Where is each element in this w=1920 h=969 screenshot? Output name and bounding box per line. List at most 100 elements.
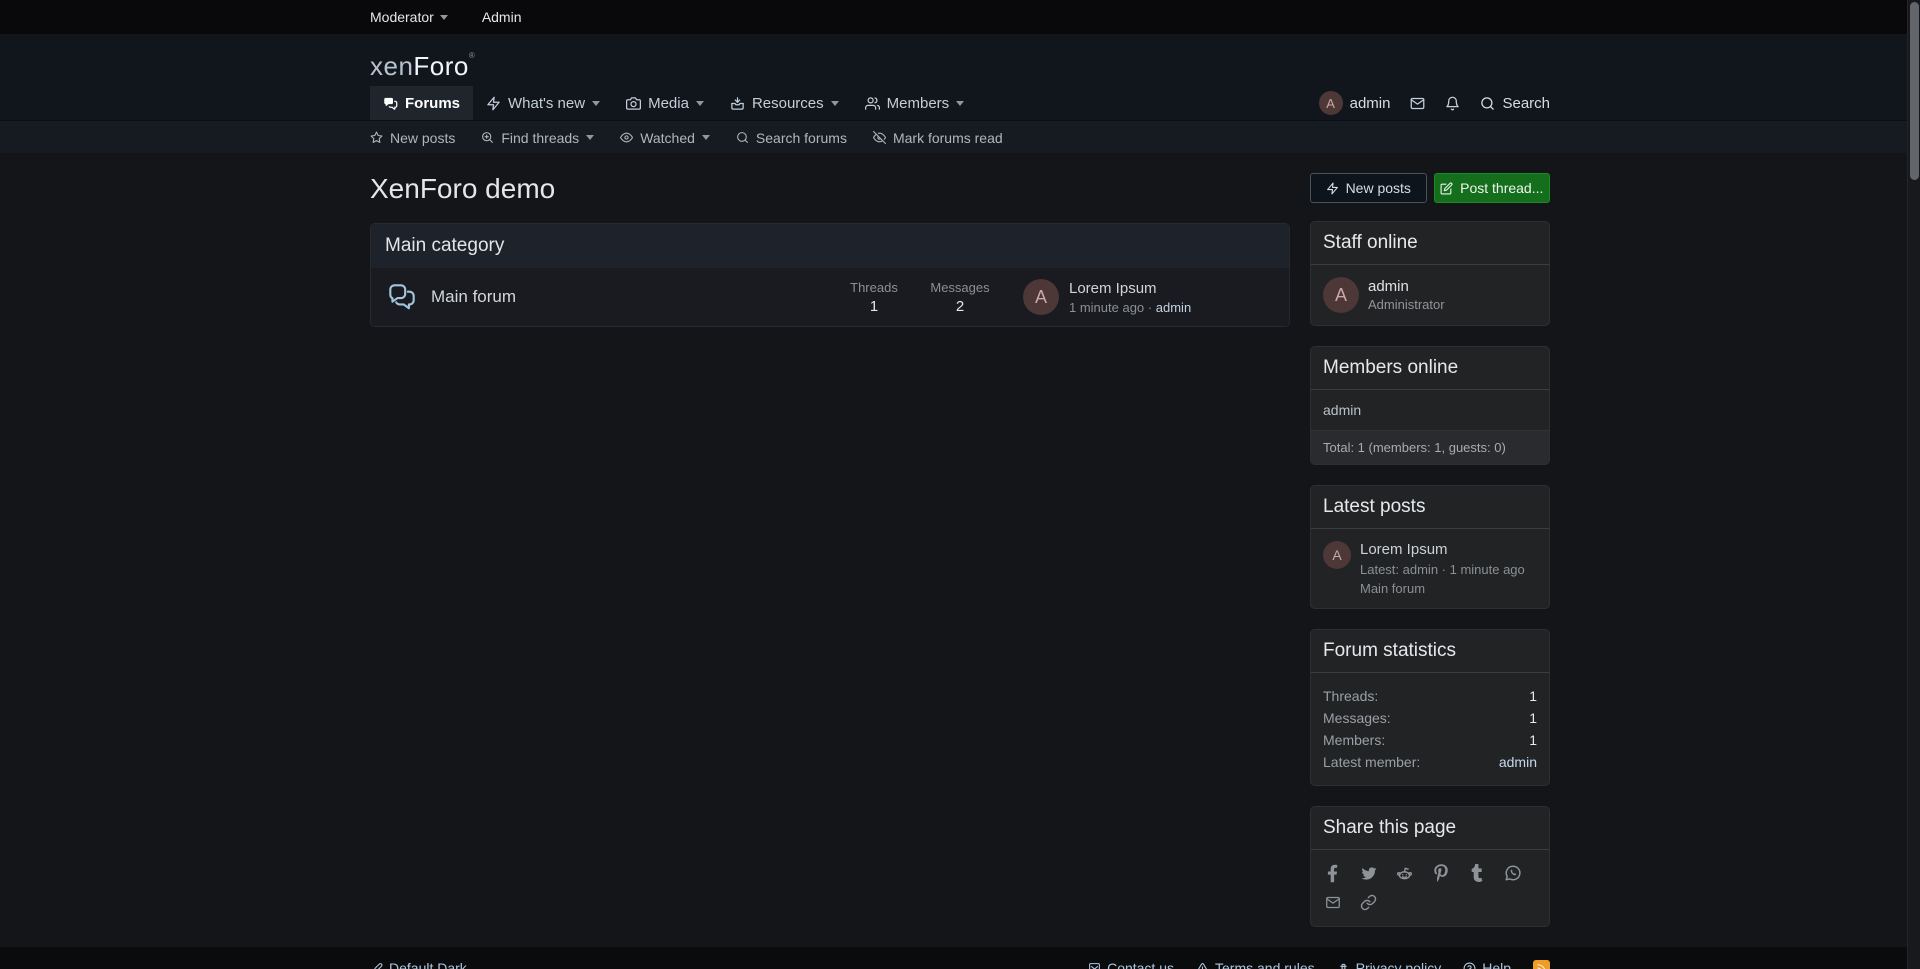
online-total: Total: 1 (members: 1, guests: 0) (1311, 430, 1549, 464)
account-menu[interactable]: A admin (1318, 91, 1391, 115)
nav-tab-whats-new[interactable]: What's new (473, 86, 613, 120)
tumblr-icon[interactable] (1467, 864, 1486, 883)
threads-count: Threads 1 (850, 279, 898, 315)
post-thread-button[interactable]: Post thread... (1433, 173, 1550, 203)
messages-count: Messages 2 (930, 279, 990, 315)
subnav-find-threads[interactable]: Find threads (481, 130, 595, 146)
forum-statistics-block: Forum statistics Threads: 1 Messages: 1 … (1310, 628, 1550, 786)
share-block: Share this page (1310, 805, 1550, 927)
last-post-title[interactable]: Lorem Ipsum (1069, 280, 1157, 297)
subnav-watched[interactable]: Watched (620, 130, 710, 146)
members-online-block: Members online admin Total: 1 (members: … (1310, 346, 1550, 465)
moderator-label: Moderator (370, 9, 434, 25)
camera-icon (626, 96, 642, 110)
category-title: Main category (371, 224, 1289, 268)
latest-member-link[interactable]: admin (1499, 754, 1537, 770)
stat-row: Members: 1 (1323, 731, 1537, 748)
avatar[interactable]: A (1323, 277, 1359, 313)
stat-row: Latest member: admin (1323, 753, 1537, 770)
header: xenForo® Forums What's new Media Resourc… (0, 34, 1920, 120)
main-nav: Forums What's new Media Resources Member… (370, 86, 1550, 120)
style-chooser[interactable]: Default Dark (370, 960, 467, 969)
rss-icon[interactable] (1533, 959, 1550, 969)
pinterest-icon[interactable] (1431, 864, 1450, 883)
latest-post-title[interactable]: Lorem Ipsum (1360, 541, 1448, 558)
registered-mark: ® (468, 50, 476, 60)
users-icon (864, 96, 880, 110)
nav-tab-forums[interactable]: Forums (370, 86, 474, 120)
avatar[interactable]: A (1023, 279, 1059, 315)
alerts-button[interactable] (1445, 96, 1460, 111)
chevron-down-icon (956, 100, 965, 106)
staff-bar: Moderator Admin (0, 0, 1920, 34)
star-icon (370, 131, 383, 143)
latest-post-forum[interactable]: Main forum (1360, 581, 1425, 596)
block-title: Forum statistics (1311, 630, 1549, 673)
search-plus-icon (482, 132, 494, 143)
page-title: XenForo demo (370, 173, 556, 204)
username: admin (1349, 94, 1391, 112)
nav-tab-media[interactable]: Media (613, 86, 717, 120)
search-icon (1481, 96, 1495, 110)
page-root: Moderator Admin xenForo® Forums What's n… (0, 0, 1920, 969)
category-block: Main category Main forum Threads 1 Messa… (370, 223, 1290, 327)
last-post: A Lorem Ipsum 1 minute ago · admin (1023, 279, 1275, 315)
email-icon[interactable] (1323, 893, 1342, 912)
inbox-button[interactable] (1410, 96, 1425, 111)
subnav-mark-forums-read[interactable]: Mark forums read (872, 130, 1003, 146)
privacy-link[interactable]: Privacy policy (1337, 960, 1441, 969)
online-member-link[interactable]: admin (1323, 402, 1361, 418)
latest-post-item: A Lorem Ipsum Latest: admin · 1 minute a… (1323, 541, 1537, 596)
sidebar: New posts Post thread... Staff online A … (1310, 173, 1550, 947)
reddit-icon[interactable] (1395, 864, 1414, 883)
subnav-new-posts[interactable]: New posts (370, 130, 455, 146)
chevron-down-icon (592, 100, 601, 106)
facebook-icon[interactable] (1323, 864, 1342, 883)
envelope-icon (1411, 97, 1425, 109)
help-link[interactable]: Help (1463, 960, 1511, 969)
edit-icon (1440, 181, 1453, 194)
whatsapp-icon[interactable] (1503, 864, 1522, 883)
twitter-icon[interactable] (1359, 864, 1378, 883)
avatar: A (1318, 91, 1343, 115)
chevron-down-icon (701, 135, 710, 140)
staff-user: A admin Administrator (1323, 277, 1537, 313)
warning-icon (1197, 962, 1208, 969)
chevron-down-icon (830, 100, 839, 106)
scrollbar (1907, 0, 1920, 969)
sub-nav: New posts Find threads Watched Search fo… (0, 120, 1920, 153)
last-post-author[interactable]: admin (1156, 300, 1191, 315)
block-title: Members online (1311, 347, 1549, 390)
bolt-icon (487, 96, 500, 110)
admin-link[interactable]: Admin (482, 9, 522, 25)
forum-link[interactable]: Main forum (431, 287, 825, 307)
new-posts-button[interactable]: New posts (1310, 173, 1427, 203)
paintbrush-icon (374, 962, 383, 969)
contact-us-link[interactable]: Contact us (1088, 960, 1174, 969)
latest-posts-block: Latest posts A Lorem Ipsum Latest: admin… (1310, 485, 1550, 609)
block-title: Share this page (1311, 807, 1549, 850)
search-icon (737, 132, 748, 143)
nav-tab-members[interactable]: Members (852, 86, 978, 120)
link-icon[interactable] (1359, 893, 1378, 912)
scrollbar-thumb[interactable] (1910, 2, 1919, 180)
eye-slash-icon (872, 131, 886, 144)
eye-icon (620, 132, 634, 143)
comments-icon (385, 280, 419, 314)
block-title: Staff online (1311, 222, 1549, 265)
staff-name-link[interactable]: admin (1368, 278, 1409, 295)
xenforo-logo[interactable]: xenForo® (370, 51, 475, 82)
latest-post-meta: Latest: admin · 1 minute ago (1360, 562, 1525, 577)
search-button[interactable]: Search (1480, 95, 1550, 112)
stat-row: Messages: 1 (1323, 709, 1537, 726)
terms-link[interactable]: Terms and rules (1196, 960, 1315, 969)
avatar[interactable]: A (1323, 541, 1351, 569)
box-download-icon (731, 96, 744, 110)
comments-icon (384, 97, 398, 110)
moderator-menu[interactable]: Moderator (370, 9, 448, 25)
subnav-search-forums[interactable]: Search forums (736, 130, 847, 146)
nav-tab-resources[interactable]: Resources (717, 86, 852, 120)
staff-role: Administrator (1368, 297, 1445, 312)
footer: Default Dark Contact us Terms and rules … (0, 946, 1920, 969)
forum-row: Main forum Threads 1 Messages 2 A Lorem … (371, 268, 1289, 326)
